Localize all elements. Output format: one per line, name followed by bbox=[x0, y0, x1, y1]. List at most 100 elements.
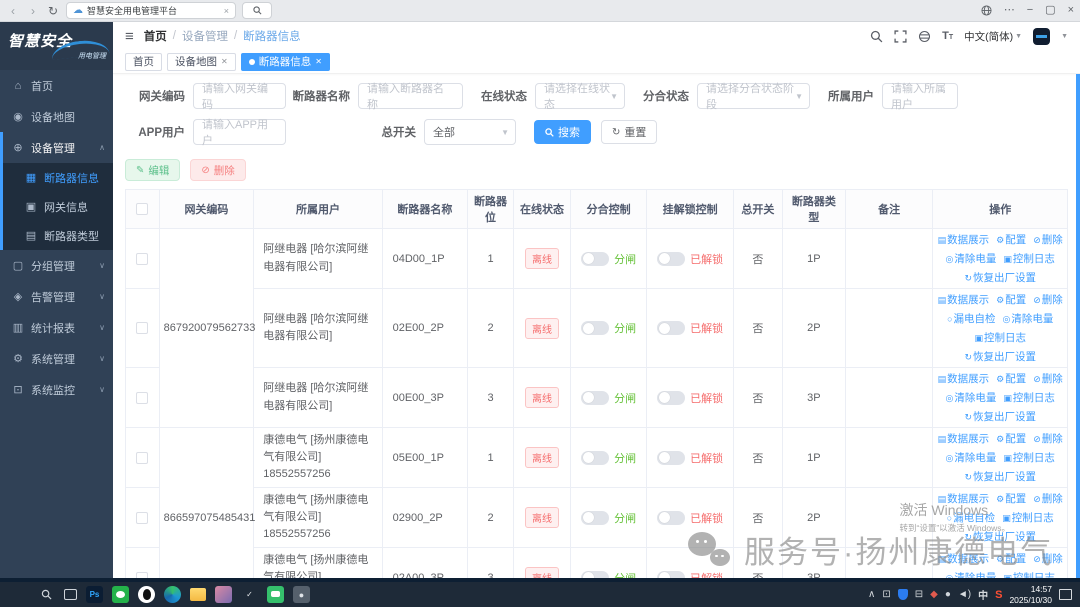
breadcrumb-item[interactable]: 首页 bbox=[144, 28, 167, 44]
globe-icon[interactable] bbox=[981, 5, 992, 16]
select-all-checkbox[interactable] bbox=[136, 203, 148, 215]
recorder-icon[interactable]: ● bbox=[293, 586, 310, 603]
row-checkbox[interactable] bbox=[136, 572, 148, 578]
action-link-漏电自检[interactable]: ○漏电自检 bbox=[947, 311, 995, 326]
sidebar-item-告警管理[interactable]: ◈告警管理∨ bbox=[0, 281, 113, 312]
action-link-配置[interactable]: ⚙配置 bbox=[996, 551, 1026, 566]
action-link-清除电量[interactable]: ◎清除电量 bbox=[946, 390, 997, 405]
sidebar-item-设备地图[interactable]: ◉设备地图 bbox=[0, 101, 113, 132]
action-link-配置[interactable]: ⚙配置 bbox=[996, 371, 1026, 386]
sidebar-item-首页[interactable]: ⌂首页 bbox=[0, 70, 113, 101]
split-toggle[interactable] bbox=[581, 571, 609, 579]
filter-select-总开关[interactable]: 全部▼ bbox=[424, 119, 516, 145]
action-link-清除电量[interactable]: ◎清除电量 bbox=[946, 570, 997, 578]
reset-button[interactable]: ↻重置 bbox=[601, 120, 657, 144]
theme-icon[interactable] bbox=[918, 30, 931, 43]
action-link-控制日志[interactable]: ▣控制日志 bbox=[974, 330, 1026, 345]
action-link-配置[interactable]: ⚙配置 bbox=[996, 491, 1026, 506]
taskbar-search-icon[interactable] bbox=[38, 586, 55, 603]
language-selector[interactable]: 中文(简体) ▼ bbox=[964, 29, 1022, 44]
filter-select-在线状态[interactable]: 请选择在线状态▼ bbox=[535, 83, 625, 109]
tray-volume-icon[interactable]: ◄) bbox=[958, 589, 971, 600]
chevron-down-icon[interactable]: ▼ bbox=[1061, 33, 1068, 40]
tab-设备地图[interactable]: 设备地图✕ bbox=[167, 53, 236, 71]
close-icon[interactable]: × bbox=[1068, 5, 1074, 16]
browser-menu-icon[interactable]: ⋯ bbox=[1004, 5, 1015, 16]
chat-icon[interactable] bbox=[267, 586, 284, 603]
action-link-数据展示[interactable]: ▤数据展示 bbox=[938, 232, 990, 247]
action-link-恢复出厂设置[interactable]: ↻恢复出厂设置 bbox=[964, 349, 1036, 364]
search-icon[interactable] bbox=[870, 30, 883, 43]
tray-shield-icon[interactable] bbox=[898, 589, 908, 600]
sidebar-item-分组管理[interactable]: ▢分组管理∨ bbox=[0, 250, 113, 281]
sidebar-item-设备管理[interactable]: ⊕设备管理∧ bbox=[3, 132, 113, 163]
edit-button[interactable]: ✎编辑 bbox=[125, 159, 180, 181]
tray-chevron-up-icon[interactable]: ∧ bbox=[868, 589, 875, 600]
action-link-控制日志[interactable]: ▣控制日志 bbox=[1002, 510, 1054, 525]
action-link-数据展示[interactable]: ▤数据展示 bbox=[938, 371, 990, 386]
lock-toggle[interactable] bbox=[657, 252, 685, 266]
security-shield-icon[interactable]: ✓ bbox=[241, 586, 258, 603]
photos-icon[interactable] bbox=[215, 586, 232, 603]
action-link-删除[interactable]: ⊘删除 bbox=[1033, 551, 1063, 566]
action-link-数据展示[interactable]: ▤数据展示 bbox=[938, 431, 990, 446]
row-checkbox[interactable] bbox=[136, 512, 148, 524]
avatar[interactable] bbox=[1033, 28, 1050, 45]
restore-icon[interactable]: ▢ bbox=[1045, 5, 1055, 16]
filter-input-APP用户[interactable]: 请输入APP用户 bbox=[193, 119, 286, 145]
sidebar-item-系统监控[interactable]: ⊡系统监控∨ bbox=[0, 374, 113, 405]
taskbar-clock[interactable]: 14:57 2025/10/30 bbox=[1009, 584, 1052, 605]
lock-toggle[interactable] bbox=[657, 321, 685, 335]
sidebar-item-网关信息[interactable]: ▣网关信息 bbox=[3, 192, 113, 221]
tray-cast-icon[interactable]: ⊟ bbox=[915, 589, 923, 600]
sidebar-item-统计报表[interactable]: ▥统计报表∨ bbox=[0, 312, 113, 343]
sidebar-item-系统管理[interactable]: ⚙系统管理∨ bbox=[0, 343, 113, 374]
lock-toggle[interactable] bbox=[657, 511, 685, 525]
row-checkbox[interactable] bbox=[136, 322, 148, 334]
action-link-删除[interactable]: ⊘删除 bbox=[1033, 431, 1063, 446]
action-link-恢复出厂设置[interactable]: ↻恢复出厂设置 bbox=[964, 409, 1036, 424]
font-size-icon[interactable]: TT bbox=[942, 30, 953, 42]
action-link-清除电量[interactable]: ◎清除电量 bbox=[946, 450, 997, 465]
delete-button[interactable]: ⊘删除 bbox=[190, 159, 245, 181]
back-icon[interactable]: ‹ bbox=[6, 4, 20, 18]
browser-search-button[interactable] bbox=[242, 2, 272, 19]
photoshop-icon[interactable]: Ps bbox=[86, 586, 103, 603]
lock-toggle[interactable] bbox=[657, 391, 685, 405]
action-link-删除[interactable]: ⊘删除 bbox=[1033, 371, 1063, 386]
close-icon[interactable]: ✕ bbox=[315, 57, 322, 66]
action-link-控制日志[interactable]: ▣控制日志 bbox=[1003, 450, 1055, 465]
file-explorer-icon[interactable] bbox=[190, 588, 206, 601]
split-toggle[interactable] bbox=[581, 321, 609, 335]
row-checkbox[interactable] bbox=[136, 253, 148, 265]
lock-toggle[interactable] bbox=[657, 571, 685, 579]
action-link-清除电量[interactable]: ◎清除电量 bbox=[1003, 311, 1054, 326]
filter-input-网关编码[interactable]: 请输入网关编码 bbox=[193, 83, 286, 109]
action-link-清除电量[interactable]: ◎清除电量 bbox=[946, 251, 997, 266]
action-link-恢复出厂设置[interactable]: ↻恢复出厂设置 bbox=[964, 270, 1036, 285]
split-toggle[interactable] bbox=[581, 511, 609, 525]
tray-person-icon[interactable]: ● bbox=[945, 589, 951, 600]
action-link-控制日志[interactable]: ▣控制日志 bbox=[1003, 570, 1055, 578]
browser-tab[interactable]: ☁ 智慧安全用电管理平台 × bbox=[66, 2, 236, 19]
task-view-icon[interactable] bbox=[64, 589, 77, 600]
edge-icon[interactable] bbox=[164, 586, 181, 603]
action-link-数据展示[interactable]: ▤数据展示 bbox=[938, 551, 990, 566]
ime-indicator[interactable]: 中 bbox=[978, 587, 988, 602]
sidebar-toggle-icon[interactable]: ≡ bbox=[125, 28, 134, 45]
tray-meeting-icon[interactable]: ◆ bbox=[930, 589, 938, 600]
wechat-icon[interactable] bbox=[112, 586, 129, 603]
tab-首页[interactable]: 首页 bbox=[125, 53, 162, 71]
sogou-icon[interactable]: S bbox=[995, 589, 1002, 601]
refresh-icon[interactable]: ↻ bbox=[46, 4, 60, 18]
action-link-删除[interactable]: ⊘删除 bbox=[1033, 232, 1063, 247]
qq-icon[interactable] bbox=[138, 586, 155, 603]
action-link-漏电自检[interactable]: ○漏电自检 bbox=[947, 510, 995, 525]
action-link-数据展示[interactable]: ▤数据展示 bbox=[938, 292, 990, 307]
close-icon[interactable]: ✕ bbox=[221, 57, 228, 66]
split-toggle[interactable] bbox=[581, 252, 609, 266]
tab-close-icon[interactable]: × bbox=[224, 6, 229, 16]
action-link-恢复出厂设置[interactable]: ↻恢复出厂设置 bbox=[964, 469, 1036, 484]
action-link-配置[interactable]: ⚙配置 bbox=[996, 431, 1026, 446]
lock-toggle[interactable] bbox=[657, 451, 685, 465]
